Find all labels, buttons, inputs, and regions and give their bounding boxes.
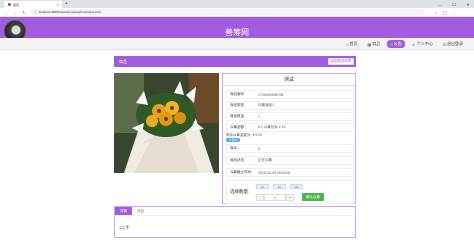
nav-item-products[interactable]: ▦ 商品 [365,40,384,48]
grid-icon: ▦ [367,41,372,47]
field-value: 9 [258,146,260,151]
tab-comments[interactable]: 评论 [132,207,149,215]
flower-bouquet-image [114,73,219,173]
new-tab-icon[interactable]: + [65,1,68,7]
tab-content-text: 1二手 [119,225,130,230]
nav-item-label: 公告 [393,41,402,46]
address-bar[interactable]: ⓘ localhost:8080/chuanhouwang/front/inde… [30,9,425,15]
field-row: 众筹金额: ¥ 1 众筹目标 ¥ 10 [226,123,354,132]
minimize-icon[interactable]: — [436,2,444,7]
amount-chip[interactable]: 50 [273,184,286,189]
field-label: 众筹截止时间: [230,170,252,174]
field-row: 库存: 9 [226,144,354,153]
field-label: 商品数量: [230,114,245,118]
tab-close-icon[interactable]: ✕ [56,3,59,7]
field-value: 众筹商品1 [258,103,274,107]
field-value: 正在众筹 [258,158,272,162]
browser-tab[interactable]: 首页 ✕ [4,1,62,8]
product-detail-panel: 测试 商品编号: 1745040948728 商品类型: 众筹商品1 商品数量:… [222,73,356,204]
profile-icon[interactable]: ◯ [443,10,447,15]
quantity-stepper: - 1 + [256,194,294,201]
favicon-icon [8,3,11,6]
home-icon: ⌂ [346,41,349,47]
confirm-crowdfund-button[interactable]: 确认众筹 [302,193,324,201]
window-close-icon[interactable]: ✕ [464,2,472,7]
main-nav: ⌂ 首页 ▦ 商品 ◔ 公告 ☺ 个人中心 ⎋ 退出登录 [0,38,474,50]
breadcrumb-label: 商品 [119,58,127,64]
quantity-label: 选择数量: [230,189,250,194]
info-icon[interactable]: ⓘ [34,10,37,14]
field-label: 商品类型: [230,103,245,107]
window-controls: — ☐ ✕ [436,0,472,8]
bell-icon: ◔ [390,41,393,47]
field-value: 1745040948728 [258,92,284,97]
nav-item-profile[interactable]: ☺ 个人中心 [409,40,436,48]
field-row: 商品编号: 1745040948728 [226,90,354,99]
field-value: 2025-04-25 00:00:00 [258,170,291,175]
nav-item-logout[interactable]: ⎋ 退出登录 [440,40,466,48]
field-row: 商品数量: 1 [226,112,354,121]
field-label: 商品状态: [230,158,245,162]
field-row: 商品类型: 众筹商品1 [226,101,354,110]
address-url: localhost:8080/chuanhouwang/front/index.… [39,10,101,14]
forward-arrow-icon[interactable]: → [12,10,18,15]
user-icon: ☺ [411,41,416,47]
product-image [114,73,219,173]
field-label: 库存: [230,146,238,150]
nav-item-home[interactable]: ⌂ 首页 [343,40,360,48]
amount-chip[interactable]: 10 [256,184,269,189]
field-value: 1 [258,114,260,119]
site-title: 善筹网 [225,28,249,37]
field-label: 众筹金额: [230,125,245,129]
field-row: 商品状态: 正在众筹 [226,156,354,165]
star-icon[interactable]: ☆ [434,10,438,15]
status-badge: 众筹中 [226,138,240,142]
tab-details[interactable]: 详情 [115,207,132,215]
amount-chip[interactable]: 100 [290,184,303,189]
nav-item-label: 个人中心 [416,41,433,46]
browser-toolbar: ← → ↻ ⓘ localhost:8080/chuanhouwang/fron… [0,8,474,17]
nav-item-label: 商品 [372,41,381,46]
increment-button[interactable]: + [286,194,294,201]
breadcrumb: 商品 返回商品列表 [114,56,356,67]
nav-item-label: 首页 [349,41,358,46]
field-row: 众筹截止时间: 2025-04-25 00:00:00 [226,168,354,177]
product-name: 测试 [223,74,355,86]
decrement-button[interactable]: - [256,194,264,201]
browser-tab-title: 首页 [13,2,20,7]
maximize-icon[interactable]: ☐ [450,2,458,7]
quantity-input[interactable]: 1 [264,194,286,201]
purchase-box: 选择数量: 10 50 100 - 1 + 确认众筹 [226,180,354,204]
field-value: ¥ 1 众筹目标 ¥ 10 [258,125,286,129]
nav-item-label: 退出登录 [447,41,463,46]
browser-tab-strip: 首页 ✕ + — ☐ ✕ [0,0,474,8]
detail-tabs-panel: 详情 评论 1二手 [114,206,356,238]
reload-icon[interactable]: ↻ [21,10,27,15]
back-to-list-button[interactable]: 返回商品列表 [328,58,354,65]
menu-icon[interactable]: ⋮ [452,10,456,15]
back-arrow-icon[interactable]: ← [3,10,9,15]
nav-item-notice[interactable]: ◔ 公告 [387,40,405,48]
logout-icon: ⎋ [442,41,446,47]
field-label: 商品编号: [230,92,245,96]
